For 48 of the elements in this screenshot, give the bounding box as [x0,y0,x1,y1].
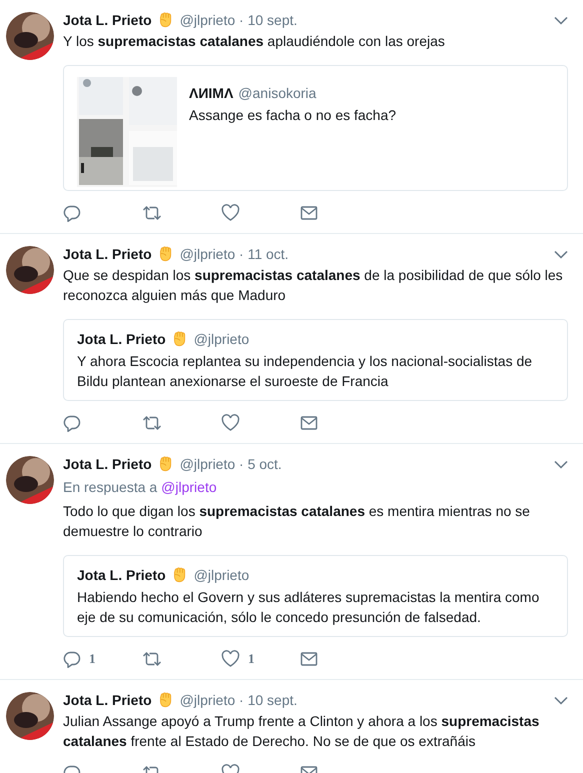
tweet-meta: @jlprieto · 10 sept. [180,10,298,30]
retweet-icon[interactable] [142,204,162,222]
tweet-meta: @jlprieto · 11 oct. [180,244,289,264]
avatar[interactable] [6,246,54,294]
avatar[interactable] [6,12,54,60]
avatar[interactable] [6,692,54,740]
quoted-text: Habiendo hecho el Govern y sus adláteres supremacistas la mentira como eje de su comunicación, sólo le concedo presunción de falsedad. [77,588,540,627]
quoted-tweet[interactable]: ΛИIMΛ @anisokoria Assange es facha o no es facha? [63,65,568,191]
action-count: 1 [248,650,254,668]
author-name[interactable]: Jota L. Prieto [63,10,152,30]
retweet-icon[interactable] [142,414,162,432]
tweet-text: Que se despidan los supremacistas catalanes de la posibilidad de que sólo les reconozca alguien más que Maduro [63,266,564,305]
mail-icon[interactable] [300,205,318,221]
reply-icon[interactable] [63,204,81,222]
quoted-handle: @anisokoria [238,84,316,102]
caret-icon[interactable] [554,460,568,468]
tweet-text: Y los supremacistas catalanes aplaudiéndole con las orejas [63,32,446,51]
tweet-meta: @jlprieto · 5 oct. [180,454,282,474]
heart-icon[interactable] [221,204,240,222]
reply-label: En respuesta a [63,478,158,497]
action-count: 1 [89,650,96,668]
mail-icon[interactable] [300,651,318,667]
author-name[interactable]: Jota L. Prieto [63,454,152,474]
quoted-text: Y ahora Escocia replantea su independencia y los nacional-socialistas de Bildu plantean anexionarse el suroeste de Francia [77,352,534,391]
quoted-author: Jota L. Prieto [77,566,166,584]
reply-icon[interactable] [63,650,81,668]
caret-icon[interactable] [554,696,568,704]
heart-icon[interactable] [221,650,240,668]
quoted-handle: @jlprieto [194,330,250,349]
mail-icon[interactable] [300,415,318,431]
caret-icon[interactable] [554,16,568,24]
quoted-text: Assange es facha o no es facha? [189,106,398,125]
caret-icon[interactable] [554,250,568,258]
tweet-text: Julian Assange apoyó a Trump frente a Clinton y ahora a los supremacistas catalanes frente al Estado de Derecho. No se de que os extrañáis [63,712,540,751]
tweet-text: Todo lo que digan los supremacistas catalanes es mentira mientras no se demuestre lo contrario [63,502,531,541]
tweet-meta: @jlprieto · 10 sept. [180,690,298,710]
mention-link[interactable]: @jlprieto [161,477,217,497]
quoted-tweet[interactable]: Jota L. Prieto @jlprieto Y ahora Escocia replantea su independencia y los nacional-socialistas de Bildu plantean anexionarse el suroeste de Francia [63,319,568,401]
reply-icon[interactable] [63,414,81,432]
heart-icon[interactable] [221,414,240,432]
quoted-author: ΛИIMΛ [189,84,234,102]
author-name[interactable]: Jota L. Prieto [63,690,152,710]
quoted-author: Jota L. Prieto [77,330,166,348]
author-name[interactable]: Jota L. Prieto [63,244,152,264]
quoted-handle: @jlprieto [194,566,250,585]
avatar[interactable] [6,456,54,504]
retweet-icon[interactable] [142,650,162,668]
quoted-tweet[interactable]: Jota L. Prieto @jlprieto Habiendo hecho el Govern y sus adláteres supremacistas la mentira como eje de su comunicación, sólo le concedo presunción de falsedad. [63,555,568,637]
